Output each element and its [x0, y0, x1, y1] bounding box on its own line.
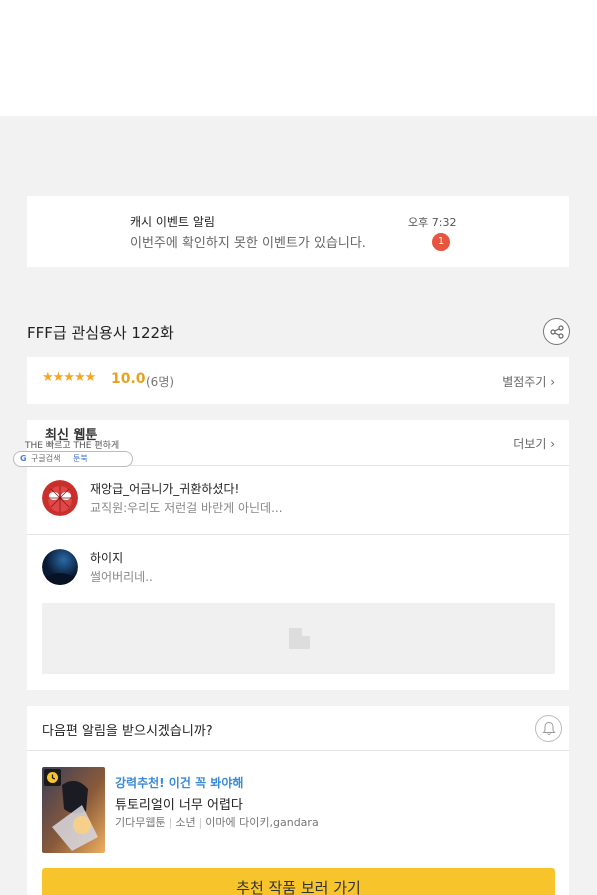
list-item[interactable]: 하이지 썰어버리네..	[27, 535, 569, 604]
rating-card: ★★★★★ 10.0 (6명) 별점주기 ›	[27, 357, 569, 404]
bell-icon	[542, 721, 555, 735]
rating-stars: ★★★★★	[42, 370, 96, 385]
notification-title: 캐시 이벤트 알림	[130, 215, 215, 229]
rating-count: (6명)	[146, 375, 175, 389]
ad-pill-left: 구글검색	[31, 454, 61, 463]
next-episode-card: 다음편 알림을 받으시겠습니까? 강력추천! 이건 꼭 봐야해 튜토리얼이 너무…	[27, 706, 569, 895]
google-icon: G	[20, 454, 27, 463]
meta-genre: 소년	[175, 816, 196, 829]
latest-header: 최신 웹툰 THE 빠르고 THE 편하게 G 구글검색 툰북 더보기 ›	[13, 420, 569, 467]
notification-time: 오후 7:32	[408, 216, 457, 229]
comment-author: 하이지	[90, 551, 124, 565]
avatar	[42, 549, 78, 585]
top-blank-area	[0, 0, 597, 116]
ad-search-pill[interactable]: G 구글검색 툰북	[13, 451, 133, 467]
more-link[interactable]: 더보기 ›	[513, 435, 555, 452]
notification-count-badge: 1	[432, 233, 450, 251]
avatar	[42, 480, 78, 516]
latest-webtoon-card: 최신 웹툰 THE 빠르고 THE 편하게 G 구글검색 툰북 더보기 › 재앙…	[13, 420, 569, 690]
comment-author: 재앙급_어금니가_귀환하셨다!	[90, 482, 240, 496]
share-button[interactable]	[543, 318, 570, 345]
rate-button[interactable]: 별점주기 ›	[502, 373, 555, 390]
meta-author: 이마에 다이키,gandara	[205, 816, 319, 829]
ad-pill-right: 툰북	[73, 454, 88, 463]
recommended-title[interactable]: 튜토리얼이 너무 어렵다	[115, 794, 243, 813]
notification-message: 이번주에 확인하지 못한 이벤트가 있습니다.	[130, 236, 366, 251]
recommended-thumbnail[interactable]	[42, 767, 105, 853]
ad-banner-text[interactable]: THE 빠르고 THE 편하게	[25, 438, 119, 451]
view-recommendations-button[interactable]: 추천 작품 보러 가기	[42, 868, 555, 895]
cash-event-notification[interactable]: 캐시 이벤트 알림 이번주에 확인하지 못한 이벤트가 있습니다. 오후 7:3…	[27, 196, 569, 267]
recommended-meta: 기다무웹툰 | 소년 | 이마에 다이키,gandara	[115, 816, 319, 829]
comment-text: 교직원:우리도 저런걸 바란게 아닌데...	[90, 501, 283, 515]
recommendation-tag: 강력추천! 이건 꼭 봐야해	[115, 776, 244, 790]
comment-text: 썰어버리네..	[90, 570, 153, 584]
meta-category: 기다무웹툰	[115, 816, 166, 829]
alert-toggle-button[interactable]	[535, 715, 562, 742]
rating-score: 10.0	[111, 371, 146, 387]
episode-title: FFF급 관심용사 122화	[27, 324, 174, 342]
share-icon	[549, 324, 564, 339]
divider	[27, 750, 569, 751]
list-item[interactable]: 재앙급_어금니가_귀환하셨다! 교직원:우리도 저런걸 바란게 아닌데...	[27, 466, 569, 535]
ad-placeholder[interactable]	[42, 603, 555, 674]
wait-free-icon	[44, 769, 61, 786]
image-placeholder-icon	[289, 628, 310, 649]
next-alert-question: 다음편 알림을 받으시겠습니까?	[42, 724, 213, 739]
